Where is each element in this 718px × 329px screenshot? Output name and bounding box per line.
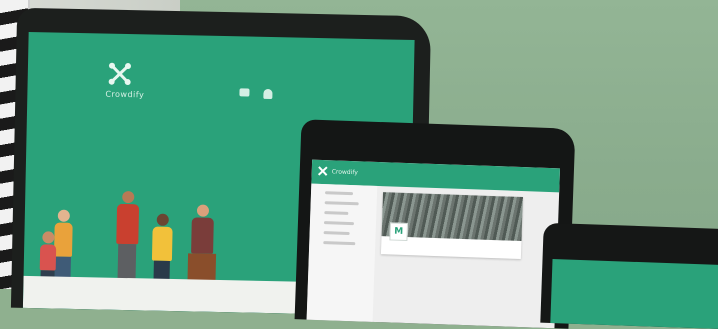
phone-device xyxy=(540,222,718,329)
laptop-brand-text: Crowdify xyxy=(105,89,145,100)
bell-icon[interactable] xyxy=(263,88,273,100)
logo-x-icon xyxy=(108,62,131,86)
illustration-person xyxy=(53,209,73,287)
card-badge: M xyxy=(389,222,409,242)
phone-screen xyxy=(550,259,718,329)
logo-x-icon[interactable] xyxy=(317,166,328,176)
tablet-screen: Crowdify M xyxy=(306,159,561,329)
tablet-brand-text: Crowdify xyxy=(331,168,359,177)
illustration-person xyxy=(187,204,217,290)
illustration-person xyxy=(115,190,140,289)
tablet-device: Crowdify M xyxy=(294,119,576,329)
chat-icon[interactable] xyxy=(239,88,250,97)
tablet-feed-card[interactable]: M xyxy=(380,192,523,260)
tablet-sidebar xyxy=(306,183,378,322)
